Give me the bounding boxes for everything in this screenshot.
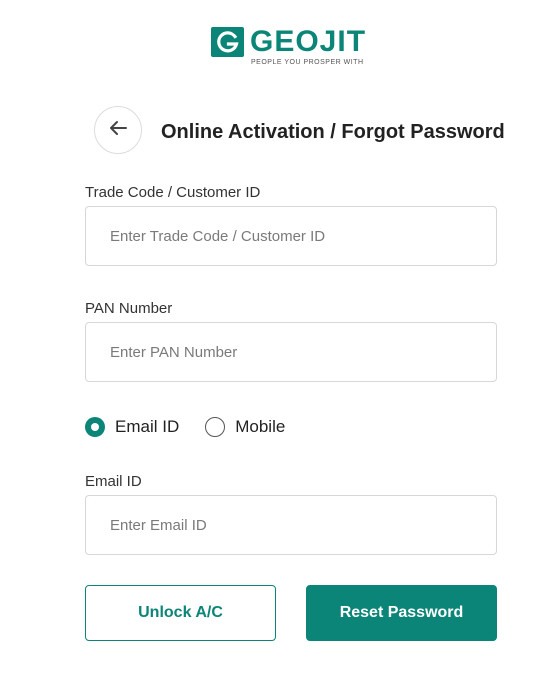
brand-tagline: PEOPLE YOU PROSPER WITH	[251, 59, 364, 66]
geojit-mark-icon	[211, 27, 244, 57]
trade-code-input[interactable]	[85, 206, 497, 266]
contact-mode-radio-group: Email ID Mobile	[85, 417, 285, 437]
mobile-radio-label: Mobile	[235, 417, 286, 436]
pan-input[interactable]	[85, 322, 497, 382]
arrow-left-icon	[107, 117, 129, 144]
radio-unselected-icon[interactable]	[205, 417, 226, 437]
unlock-account-button[interactable]: Unlock A/C	[85, 585, 276, 641]
trade-code-label: Trade Code / Customer ID	[85, 184, 261, 201]
email-radio-label: Email ID	[115, 417, 180, 436]
mobile-radio-option[interactable]: Mobile	[205, 417, 285, 437]
reset-password-button[interactable]: Reset Password	[306, 585, 497, 641]
radio-selected-icon[interactable]	[85, 417, 105, 437]
pan-label: PAN Number	[85, 300, 173, 317]
back-button[interactable]	[94, 106, 142, 154]
page-title: Online Activation / Forgot Password	[161, 121, 505, 143]
brand-name: GEOJIT	[250, 25, 367, 58]
email-label: Email ID	[85, 473, 142, 490]
email-input[interactable]	[85, 495, 497, 555]
geojit-logo: GEOJIT PEOPLE YOU PROSPER WITH	[211, 27, 366, 67]
email-radio-option[interactable]: Email ID	[85, 417, 179, 437]
